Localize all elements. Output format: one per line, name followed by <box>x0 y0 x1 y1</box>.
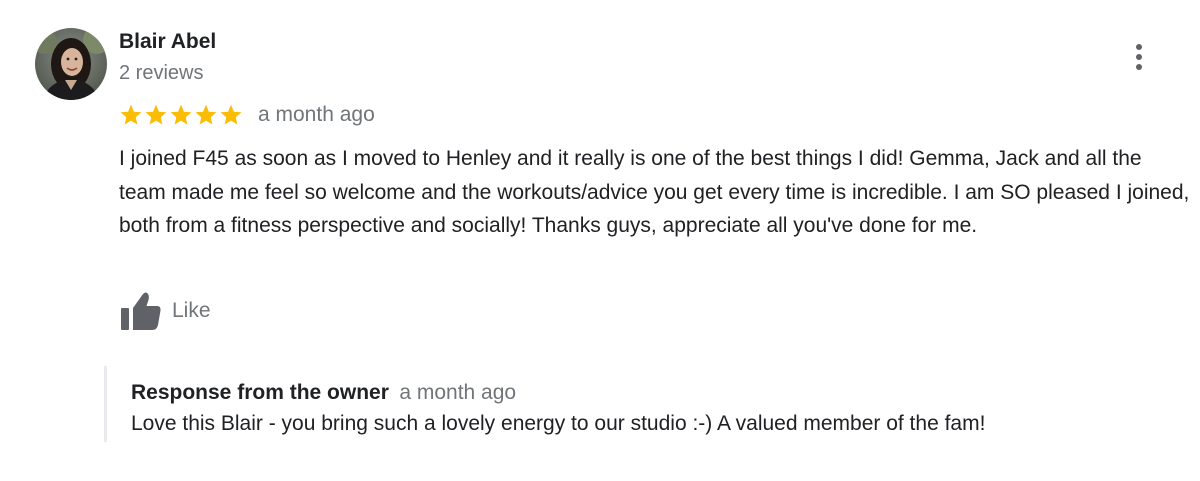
reviewer-review-count[interactable]: 2 reviews <box>119 60 203 86</box>
profile-photo-icon <box>35 28 107 100</box>
reviewer-name[interactable]: Blair Abel <box>119 29 216 55</box>
like-button[interactable]: Like <box>119 289 211 333</box>
star-icon <box>119 103 143 127</box>
star-icon <box>219 103 243 127</box>
thumbs-up-icon <box>119 290 163 332</box>
like-label: Like <box>172 299 211 322</box>
review-card: Blair Abel 2 reviews a month ago I joine… <box>0 0 1200 481</box>
owner-response: Response from the owner a month ago Love… <box>104 366 1187 442</box>
rating-row: a month ago <box>119 101 375 129</box>
more-options-button[interactable] <box>1124 40 1154 74</box>
star-icon <box>169 103 193 127</box>
owner-response-text: Love this Blair - you bring such a lovel… <box>131 412 986 435</box>
more-vert-icon <box>1136 44 1142 70</box>
star-icon <box>144 103 168 127</box>
star-icon <box>194 103 218 127</box>
reviewer-avatar[interactable] <box>35 28 107 100</box>
star-rating <box>119 103 244 127</box>
review-text: I joined F45 as soon as I moved to Henle… <box>119 147 1190 237</box>
owner-response-title: Response from the owner <box>131 381 389 404</box>
review-time: a month ago <box>258 103 375 126</box>
owner-response-header: Response from the owner a month ago <box>131 379 516 409</box>
owner-response-time: a month ago <box>399 381 517 404</box>
